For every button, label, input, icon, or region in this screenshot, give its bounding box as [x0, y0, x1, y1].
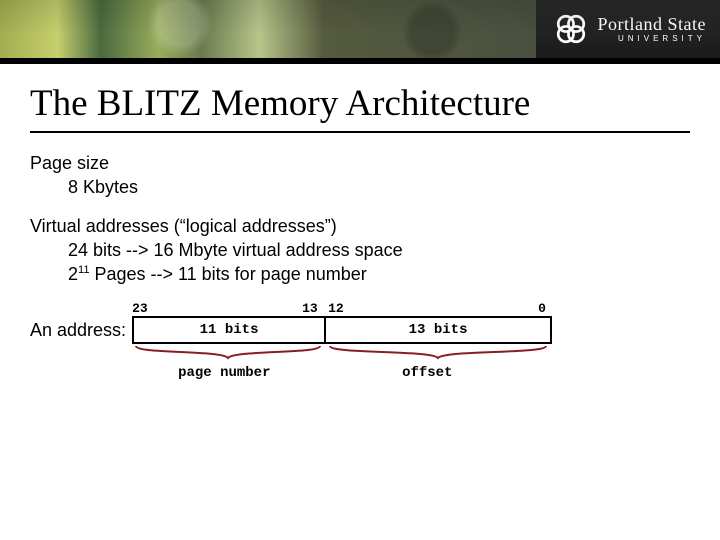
title-underline [30, 131, 690, 133]
slide-title: The BLITZ Memory Architecture [30, 82, 720, 125]
bit-label-lsb: 0 [538, 300, 546, 318]
header-divider [0, 58, 720, 64]
psu-interlock-icon [554, 12, 588, 46]
va2-rest: Pages --> 11 bits for page number [89, 264, 366, 284]
bit-label-msb: 23 [132, 300, 148, 318]
bit-label-mid-right: 12 [328, 300, 344, 318]
label-page-number: page number [178, 364, 270, 383]
logo-text-line2: UNIVERSITY [598, 35, 707, 43]
logo-text-line1: Portland State [598, 15, 707, 33]
virtual-addresses-line1: 24 bits --> 16 Mbyte virtual address spa… [68, 238, 720, 262]
virtual-addresses-line2: 211 Pages --> 11 bits for page number [68, 262, 720, 286]
field-under-labels: page number offset [132, 364, 552, 384]
va2-exponent: 11 [78, 264, 89, 276]
field-page-number-bits: 11 bits [134, 318, 326, 342]
virtual-addresses-heading: Virtual addresses (“logical addresses”) [30, 214, 720, 238]
address-label: An address: [30, 318, 126, 342]
bit-label-mid-left: 13 [302, 300, 318, 318]
page-size-label: Page size [30, 151, 720, 175]
brace-left-icon [134, 344, 322, 360]
address-diagram: 23 13 12 0 11 bits 13 bits [132, 300, 552, 384]
label-offset: offset [402, 364, 452, 383]
university-logo: Portland State UNIVERSITY [536, 0, 720, 58]
page-size-value: 8 Kbytes [68, 175, 720, 199]
bit-index-labels: 23 13 12 0 [132, 300, 552, 316]
slide-body: Page size 8 Kbytes Virtual addresses (“l… [30, 151, 720, 384]
address-box: 11 bits 13 bits [132, 316, 552, 344]
header-banner: Portland State UNIVERSITY [0, 0, 720, 58]
brace-right-icon [328, 344, 548, 360]
field-offset-bits: 13 bits [326, 318, 550, 342]
va2-base: 2 [68, 264, 78, 284]
